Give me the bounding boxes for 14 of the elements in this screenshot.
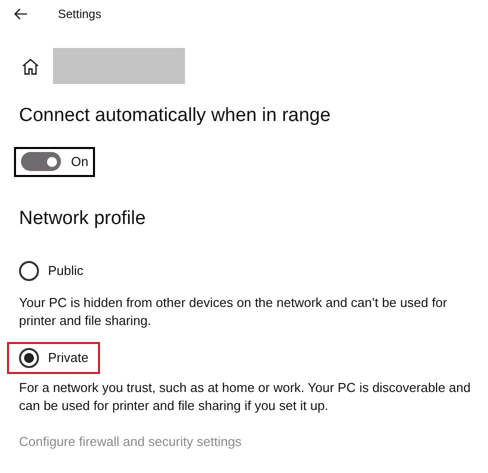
firewall-settings-link[interactable]: Configure firewall and security settings — [19, 432, 488, 451]
window-title: Settings — [58, 6, 102, 23]
toggle-switch[interactable] — [21, 152, 61, 172]
back-arrow-icon[interactable] — [14, 8, 28, 20]
option-description: For a network you trust, such as at home or work. Your PC is discoverable and can be used for printer and file sharing if you set it up. — [19, 378, 472, 414]
radio-label: Public — [48, 262, 84, 280]
option-description: Your PC is hidden from other devices on the network and can’t be used for printer and file sharing. — [19, 294, 448, 330]
radio-button[interactable] — [19, 260, 39, 280]
home-icon[interactable] — [22, 58, 39, 74]
toggle-label: On — [71, 153, 88, 171]
radio-label: Private — [48, 348, 88, 367]
section-heading: Connect automatically when in range — [19, 104, 332, 128]
radio-button[interactable] — [19, 348, 39, 368]
section-heading: Network profile — [19, 206, 147, 230]
